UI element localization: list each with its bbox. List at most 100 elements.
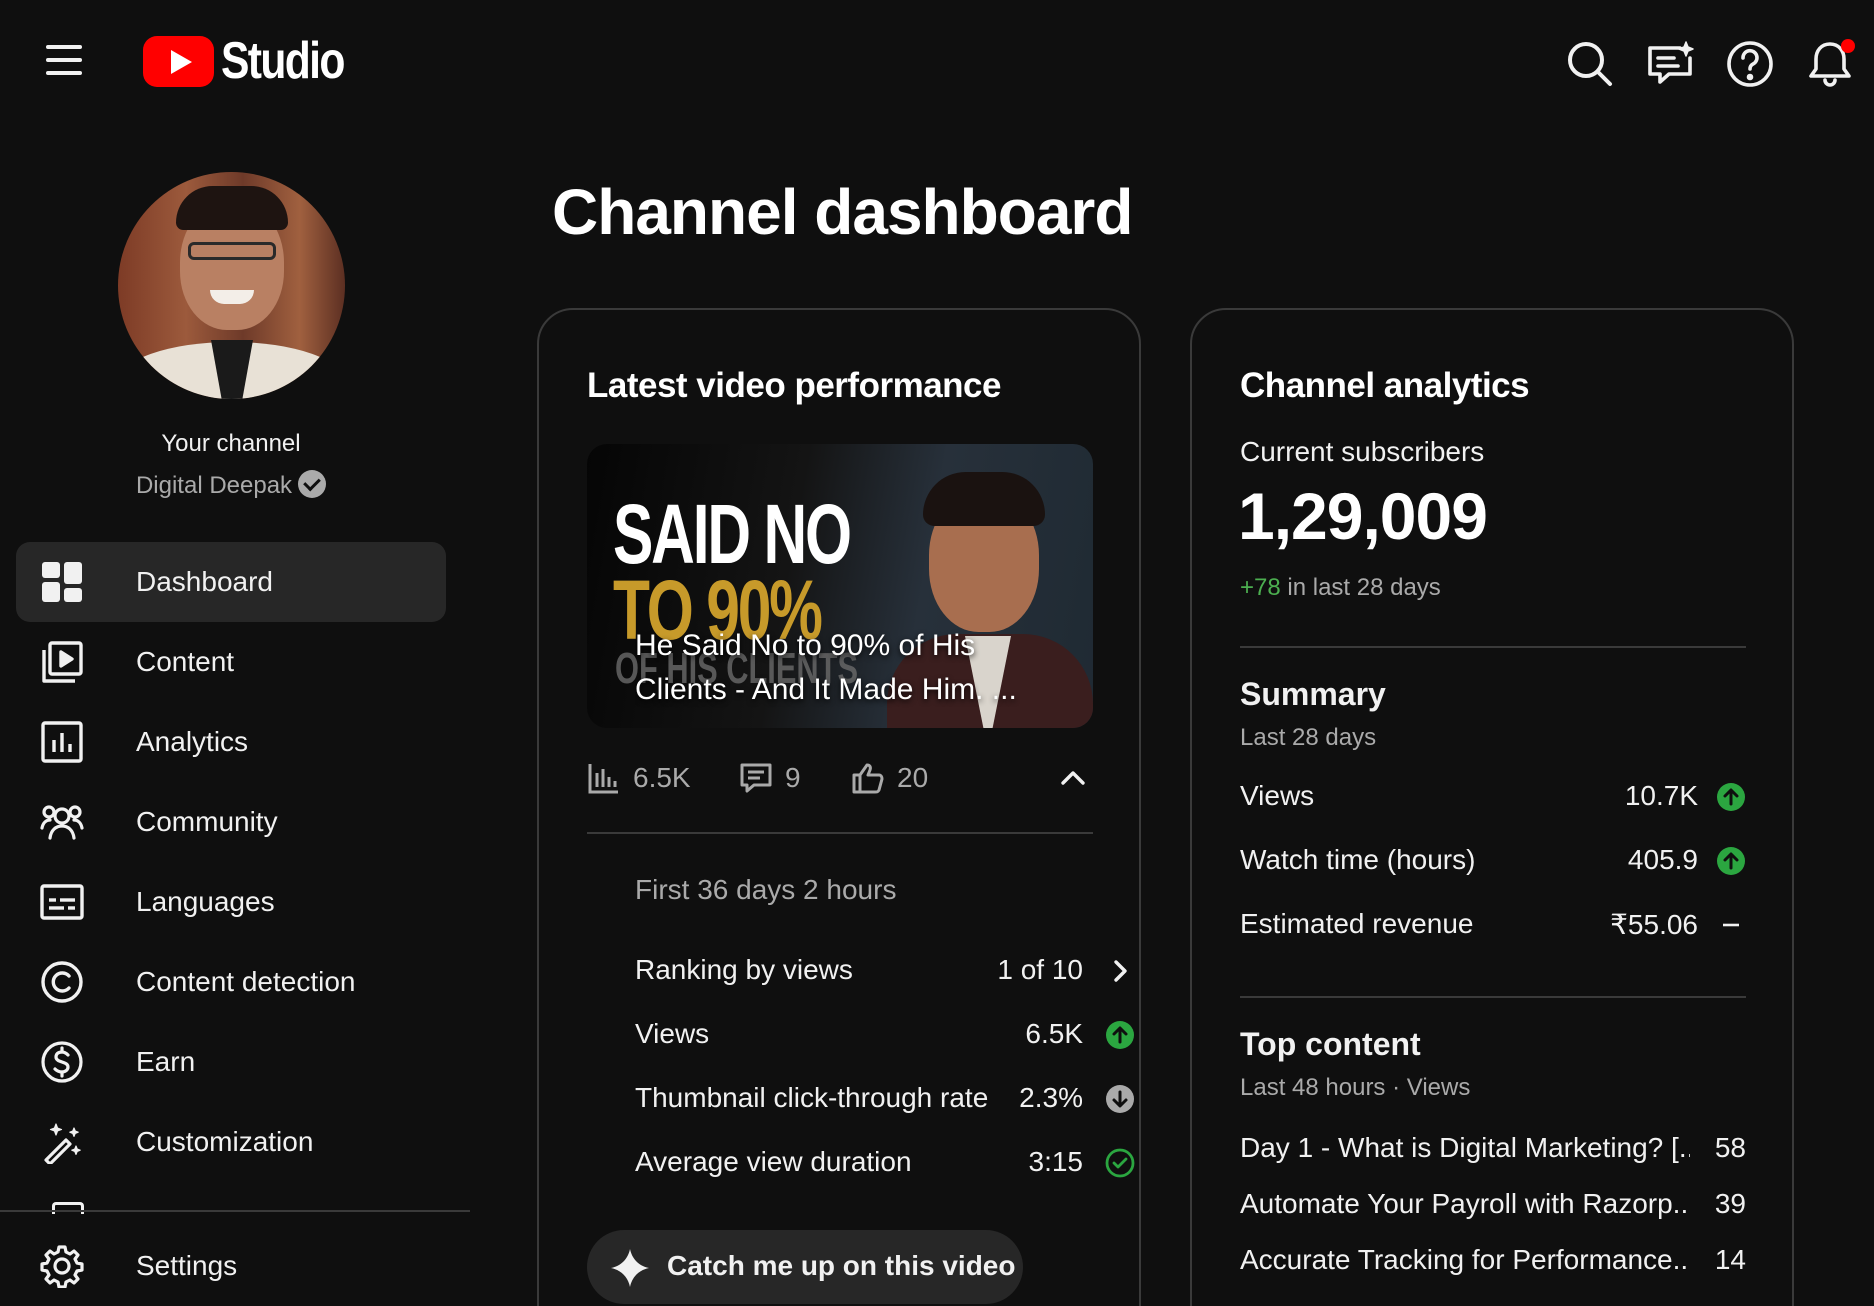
sidebar-item-label: Dashboard (136, 566, 273, 597)
subtitles-icon (40, 880, 84, 924)
summary-label: Estimated revenue (1240, 908, 1474, 939)
summary-row-views: Views 10.7K (1240, 778, 1746, 818)
notification-dot (1841, 39, 1855, 53)
channel-analytics-card: Channel analytics Current subscribers 1,… (1190, 308, 1794, 1306)
magic-wand-icon (40, 1120, 84, 1166)
metric-label: Views (635, 1018, 710, 1049)
sidebar-item-content[interactable]: Content (16, 622, 446, 702)
top-content-title-text: Accurate Tracking for Performance... (1240, 1244, 1690, 1275)
summary-label: Watch time (hours) (1240, 844, 1476, 875)
top-content-title-text: Automate Your Payroll with Razorp... (1240, 1188, 1690, 1219)
sidebar-divider (0, 1210, 470, 1212)
arrow-up-icon (1716, 782, 1746, 812)
views-count: 6.5K (633, 762, 691, 793)
sidebar-item-label: Languages (136, 886, 275, 917)
sidebar-item-label: Customization (136, 1126, 314, 1157)
studio-logo[interactable]: Studio (143, 30, 371, 92)
help-icon[interactable] (1722, 36, 1778, 92)
card-divider (1240, 646, 1746, 648)
summary-value: 10.7K (1624, 780, 1698, 811)
sidebar-item-settings[interactable]: Settings (16, 1226, 446, 1306)
check-circle-icon (1105, 1148, 1135, 1178)
feedback-icon[interactable] (1642, 36, 1698, 92)
settings-label: Settings (136, 1250, 238, 1281)
sidebar-item-content-detection[interactable]: Content detection (16, 942, 446, 1022)
sidebar-item-label: Content detection (136, 966, 356, 997)
top-content-item[interactable]: Day 1 - What is Digital Marketing? [... … (1240, 1130, 1746, 1170)
sparkle-icon (611, 1249, 649, 1287)
chevron-up-icon[interactable] (1053, 758, 1093, 798)
summary-row-watch-time: Watch time (hours) 405.9 (1240, 842, 1746, 882)
likes-stat[interactable]: 20 (851, 758, 928, 798)
summary-title: Summary (1240, 676, 1386, 712)
card-divider (1240, 996, 1746, 998)
catch-me-up-button[interactable]: Catch me up on this video (587, 1230, 1023, 1304)
sidebar-item-languages[interactable]: Languages (16, 862, 446, 942)
analytics-icon (40, 720, 84, 764)
sidebar-item-dashboard[interactable]: Dashboard (16, 542, 446, 622)
comments-stat[interactable]: 9 (739, 758, 801, 798)
subscribers-label: Current subscribers (1240, 436, 1485, 467)
arrow-up-icon (1716, 846, 1746, 876)
partial-nav-icon (52, 1202, 84, 1214)
video-stats-row: 6.5K 9 20 (587, 758, 1093, 798)
top-content-period: Last 48 hours · Views (1240, 1074, 1471, 1101)
sidebar-item-earn[interactable]: Earn (16, 1022, 446, 1102)
metric-label: Ranking by views (635, 954, 853, 985)
content-icon (40, 640, 84, 684)
studio-app: Studio Your channel Digital Deepak Dashb… (0, 0, 1874, 1306)
logo-text: Studio (221, 32, 345, 90)
your-channel-label: Your channel (161, 430, 301, 457)
sidebar-item-label: Content (136, 646, 235, 677)
likes-count: 20 (897, 762, 929, 793)
sidebar-item-label: Analytics (136, 726, 249, 757)
channel-avatar[interactable] (118, 172, 345, 399)
notifications-icon[interactable] (1802, 36, 1858, 92)
summary-period: Last 28 days (1240, 724, 1377, 751)
youtube-play-icon (143, 35, 214, 87)
catch-me-up-label: Catch me up on this video (667, 1250, 1016, 1281)
dashboard-icon (40, 560, 84, 604)
ctr-metric-row: Thumbnail click-through rate 2.3% (635, 1080, 1135, 1120)
sidebar-item-label: Community (136, 806, 278, 837)
metric-label: Thumbnail click-through rate (635, 1082, 989, 1113)
avg-duration-metric-row: Average view duration 3:15 (635, 1144, 1135, 1184)
search-icon[interactable] (1562, 36, 1618, 92)
summary-row-revenue: Estimated revenue ₹55.06 (1240, 906, 1746, 946)
sidebar-item-community[interactable]: Community (16, 782, 446, 862)
views-stat[interactable]: 6.5K (587, 758, 691, 798)
menu-icon[interactable] (44, 40, 92, 84)
metric-value: 6.5K (1025, 1018, 1083, 1049)
card-divider (587, 832, 1093, 834)
top-content-title: Top content (1240, 1026, 1421, 1062)
comments-count: 9 (785, 762, 801, 793)
sidebar-item-label: Earn (136, 1046, 196, 1077)
copyright-icon (40, 960, 84, 1004)
verified-icon (298, 470, 327, 498)
subscribers-count: 1,29,009 (1238, 479, 1488, 553)
video-thumbnail[interactable]: SAID NO TO 90% OF HIS CLIENTS He Said No… (587, 444, 1093, 728)
video-period: First 36 days 2 hours (635, 874, 897, 905)
comment-icon (740, 763, 772, 793)
chevron-right-icon (1105, 956, 1135, 986)
sidebar: Your channel Digital Deepak Dashboard Co… (0, 120, 470, 1306)
top-content-views: 58 (1714, 1132, 1746, 1163)
sidebar-item-analytics[interactable]: Analytics (16, 702, 446, 782)
ranking-row[interactable]: Ranking by views 1 of 10 (635, 952, 1135, 992)
top-content-views: 39 (1714, 1188, 1746, 1219)
metric-value: 3:15 (1028, 1146, 1084, 1177)
metric-value: 1 of 10 (997, 954, 1083, 985)
subscribers-delta: +78 in last 28 days (1240, 574, 1441, 602)
sidebar-item-customization[interactable]: Customization (16, 1102, 446, 1182)
community-icon (40, 800, 84, 844)
metric-label: Average view duration (635, 1146, 912, 1177)
summary-label: Views (1240, 780, 1315, 811)
top-content-title-text: Day 1 - What is Digital Marketing? [... (1240, 1132, 1690, 1163)
top-content-item[interactable]: Automate Your Payroll with Razorp... 39 (1240, 1186, 1746, 1226)
thumbs-up-icon (852, 763, 884, 794)
channel-name-text: Digital Deepak (135, 472, 293, 499)
top-content-item[interactable]: Accurate Tracking for Performance... 14 (1240, 1242, 1746, 1282)
sidebar-nav: Dashboard Content Analytics Community La… (16, 542, 446, 1182)
bar-chart-icon (588, 764, 618, 794)
summary-value: ₹55.06 (1610, 909, 1698, 940)
